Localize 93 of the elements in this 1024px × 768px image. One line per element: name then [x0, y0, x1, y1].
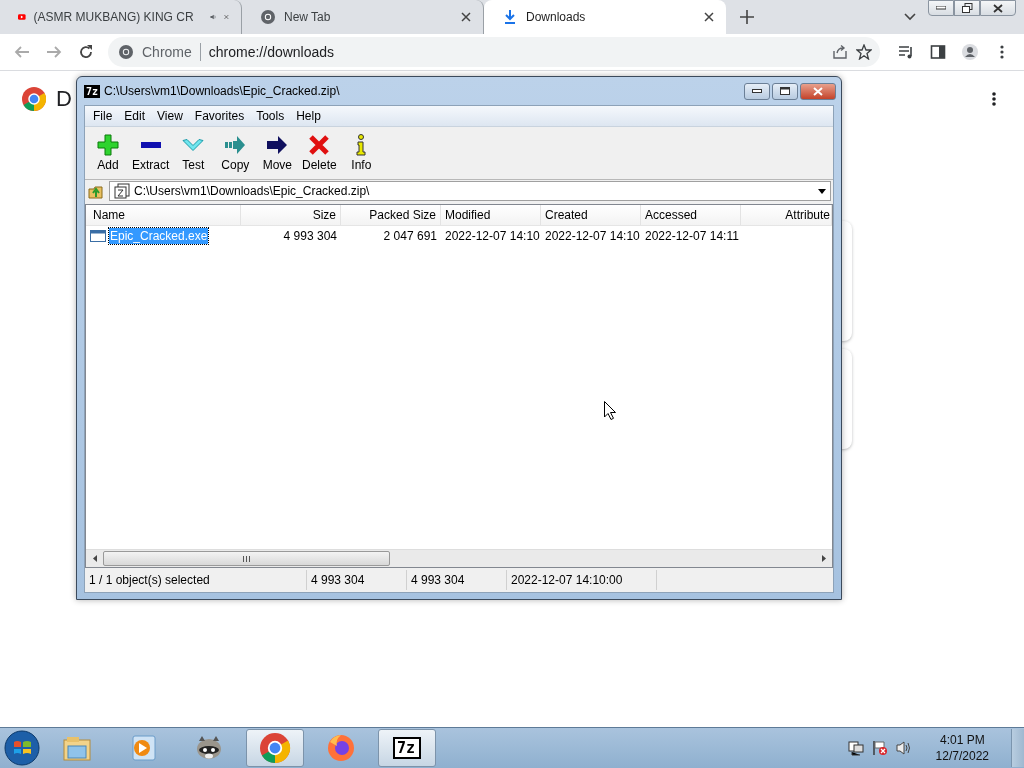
- column-header[interactable]: Size: [241, 205, 341, 225]
- column-header[interactable]: Attribute: [741, 205, 832, 225]
- app-icon-label: 7z: [84, 84, 101, 98]
- taskbar-app[interactable]: 7z: [378, 729, 436, 767]
- firefox-icon: [325, 732, 357, 764]
- cross-icon: [308, 134, 331, 156]
- archive-file-icon: [114, 183, 130, 199]
- playlist-icon[interactable]: [898, 44, 914, 60]
- scroll-right-icon[interactable]: [821, 555, 826, 562]
- tab-title: Downloads: [526, 10, 586, 24]
- column-header[interactable]: Created: [541, 205, 641, 225]
- check-icon: [182, 139, 205, 151]
- table-cell-text: 2022-12-07 14:11: [644, 228, 740, 245]
- status-text: 4 993 304: [407, 570, 507, 590]
- clock-date[interactable]: 12/7/2022: [935, 748, 989, 764]
- speaker-icon[interactable]: [895, 740, 912, 756]
- download-icon: [502, 9, 518, 25]
- toolbar-button[interactable]: Delete: [298, 134, 341, 172]
- toolbar-button[interactable]: Add: [87, 134, 129, 172]
- close-button[interactable]: [800, 82, 836, 100]
- toolbar-button[interactable]: Copy: [214, 134, 257, 172]
- exe-file-icon: [90, 230, 106, 242]
- status-text: 2022-12-07 14:10:00: [507, 570, 657, 590]
- file-name: Epic_Cracked.exe: [109, 228, 209, 244]
- scrollbar-thumb[interactable]: [103, 551, 390, 566]
- maximize-icon: [780, 87, 790, 95]
- menu-item[interactable]: View: [151, 109, 189, 123]
- browser-tab[interactable]: Downloads: [484, 0, 726, 34]
- arrow-icon: [224, 134, 247, 156]
- globe-icon: [260, 9, 276, 25]
- page-title: D: [56, 86, 72, 112]
- table-cell-text: 2022-12-07 14:10: [444, 228, 541, 245]
- table-cell-text: 2 047 691: [382, 228, 438, 245]
- new-tab-icon[interactable]: [740, 10, 754, 24]
- maximize-button[interactable]: [772, 82, 798, 100]
- toolbar-button[interactable]: Move: [256, 134, 299, 172]
- close-icon: [993, 3, 1003, 13]
- flag-icon[interactable]: [871, 740, 888, 756]
- clock-time[interactable]: 4:01 PM: [939, 732, 985, 748]
- menu-item[interactable]: Help: [290, 109, 327, 123]
- dropdown-icon[interactable]: [818, 188, 826, 194]
- chrome-icon: [259, 732, 291, 764]
- status-text: 1 / 1 object(s) selected: [85, 570, 307, 590]
- toolbar-button[interactable]: Info: [340, 134, 383, 172]
- close-button[interactable]: [980, 0, 1016, 16]
- scroll-left-icon[interactable]: [92, 555, 97, 562]
- menu-item[interactable]: File: [87, 109, 119, 123]
- toolbar-button[interactable]: Test: [172, 134, 215, 172]
- cursor-icon: [604, 401, 616, 420]
- restore-button[interactable]: [954, 0, 980, 16]
- star-icon[interactable]: [856, 44, 872, 60]
- table-cell-text: 4 993 304: [282, 228, 338, 245]
- path-text: C:\Users\vm1\Downloads\Epic_Cracked.zip\: [134, 184, 371, 198]
- url-text: chrome://downloads: [208, 44, 336, 60]
- column-header[interactable]: Modified: [441, 205, 541, 225]
- horizontal-scrollbar[interactable]: [86, 549, 832, 567]
- plus-icon: [97, 134, 119, 156]
- table-cell-text: 2022-12-07 14:10: [544, 228, 641, 245]
- restore-icon: [961, 3, 973, 13]
- start-button-icon[interactable]: [4, 730, 40, 766]
- address-bar[interactable]: Chrome chrome://downloads: [108, 37, 880, 67]
- column-header[interactable]: Accessed: [641, 205, 741, 225]
- tab-title: (ASMR MUKBANG) KING CR: [33, 10, 194, 24]
- share-icon[interactable]: [832, 44, 848, 60]
- grip-icon: [243, 555, 250, 562]
- close-icon[interactable]: [704, 12, 714, 22]
- close-icon: [813, 86, 823, 96]
- tab-title: New Tab: [284, 10, 331, 24]
- chrome-icon: [118, 44, 134, 60]
- column-header[interactable]: Name: [86, 205, 241, 225]
- column-header[interactable]: Packed Size: [341, 205, 441, 225]
- reload-icon[interactable]: [78, 44, 94, 60]
- menu-item[interactable]: Edit: [118, 109, 152, 123]
- chrome-logo-icon: [22, 87, 46, 111]
- site-label: Chrome: [142, 44, 192, 60]
- toolbar-button[interactable]: Extract: [129, 134, 173, 172]
- side-panel-icon[interactable]: [930, 44, 946, 60]
- menu-item[interactable]: Tools: [250, 109, 291, 123]
- arrow-icon: [266, 134, 289, 156]
- minus-icon: [140, 142, 161, 148]
- minimize-icon: [752, 89, 762, 93]
- file-row[interactable]: Epic_Cracked.exe 4 993 304 2 047 691 2022-12-07 14:10 2022-12-07 14:10 2022-12-07 14:11: [86, 226, 832, 246]
- status-text: 4 993 304: [307, 570, 407, 590]
- minimize-icon: [936, 6, 946, 10]
- close-icon[interactable]: [461, 12, 471, 22]
- window-title: C:\Users\vm1\Downloads\Epic_Cracked.zip\: [104, 84, 341, 98]
- avatar-icon[interactable]: [962, 44, 978, 60]
- app-label: 7z: [397, 740, 416, 756]
- network-icon[interactable]: [847, 740, 864, 756]
- menu-item[interactable]: Favorites: [188, 109, 251, 123]
- minimize-button[interactable]: [744, 82, 770, 100]
- chevron-down-icon[interactable]: [904, 13, 916, 21]
- path-field[interactable]: C:\Users\vm1\Downloads\Epic_Cracked.zip\: [109, 181, 831, 201]
